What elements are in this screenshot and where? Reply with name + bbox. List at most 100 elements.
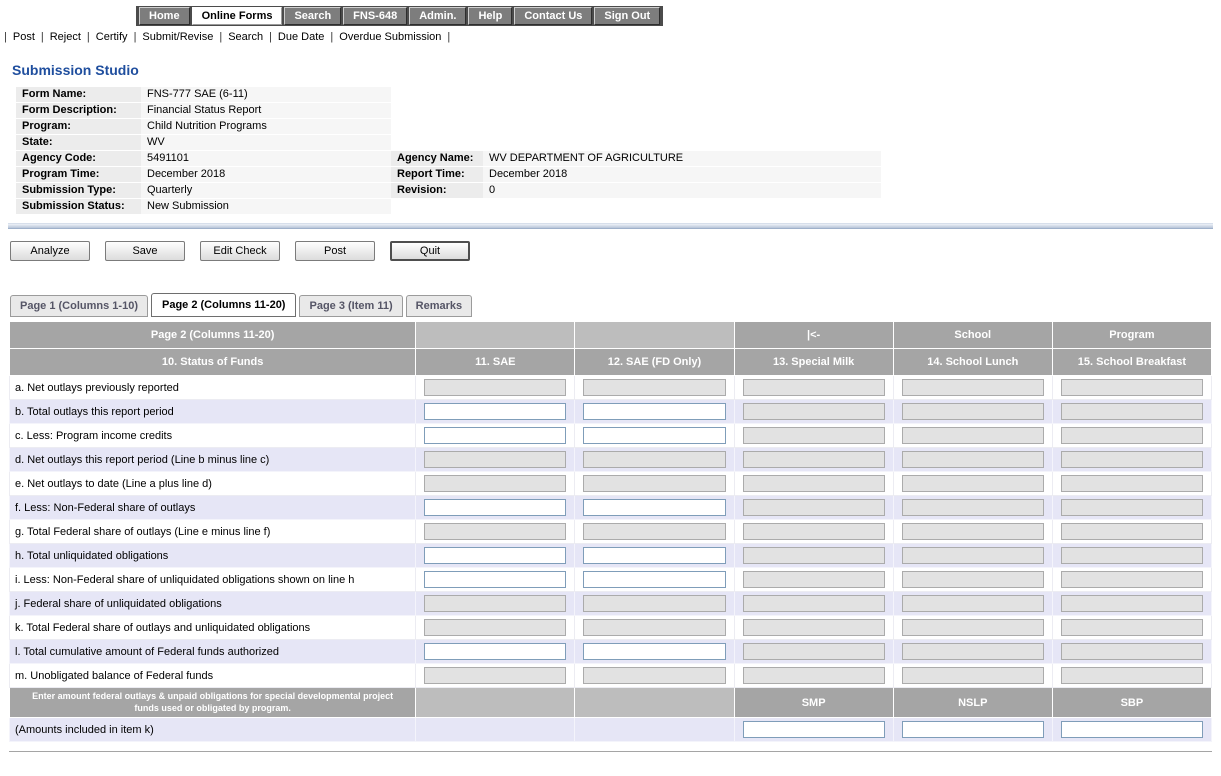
grid-cell — [734, 616, 893, 640]
grid-row-h: h. Total unliquidated obligations — [10, 544, 1212, 568]
page-title: Submission Studio — [12, 62, 1221, 78]
grid-cell — [893, 568, 1052, 592]
row-label: b. Total outlays this report period — [10, 400, 416, 424]
grid-column-header-row: 10. Status of Funds11. SAE12. SAE (FD On… — [10, 349, 1212, 376]
row-label: (Amounts included in item k) — [10, 718, 416, 742]
action-post-link[interactable]: Post — [13, 31, 35, 43]
input-f-11-sae[interactable] — [424, 499, 566, 516]
input-c-13-special-milk — [743, 427, 885, 444]
grid-cell — [575, 640, 734, 664]
nav-search-button[interactable]: Search — [284, 7, 341, 25]
row-label: f. Less: Non-Federal share of outlays — [10, 496, 416, 520]
input-b-11-sae[interactable] — [424, 403, 566, 420]
column-header-15-school-breakfast: 15. School Breakfast — [1052, 349, 1211, 376]
input-c-12-sae-fd-only[interactable] — [583, 427, 725, 444]
row-label: h. Total unliquidated obligations — [10, 544, 416, 568]
input-e-15-school-breakfast — [1061, 475, 1203, 492]
grid-cell — [734, 640, 893, 664]
input-h-11-sae[interactable] — [424, 547, 566, 564]
info-filler — [391, 87, 881, 103]
input-amounts-14-school-lunch[interactable] — [902, 721, 1044, 738]
action-submit-revise-link[interactable]: Submit/Revise — [142, 31, 213, 43]
form-info-table: Form Name:FNS-777 SAE (6-11)Form Descrip… — [16, 87, 881, 215]
nav-admin-button[interactable]: Admin. — [409, 7, 466, 25]
separator: | — [219, 31, 222, 43]
info-label: Submission Status: — [16, 199, 141, 215]
nav-contact-us-button[interactable]: Contact Us — [514, 7, 592, 25]
grid-cell — [734, 568, 893, 592]
tab-remarks[interactable]: Remarks — [406, 295, 472, 317]
action-certify-link[interactable]: Certify — [96, 31, 128, 43]
save-button[interactable]: Save — [105, 241, 185, 261]
tab-page-2-columns-11-20[interactable]: Page 2 (Columns 11-20) — [151, 293, 297, 317]
group-header-page-2-columns-11-20: Page 2 (Columns 11-20) — [10, 322, 416, 349]
input-c-11-sae[interactable] — [424, 427, 566, 444]
input-l-11-sae[interactable] — [424, 643, 566, 660]
input-f-12-sae-fd-only[interactable] — [583, 499, 725, 516]
input-f-15-school-breakfast — [1061, 499, 1203, 516]
input-l-12-sae-fd-only[interactable] — [583, 643, 725, 660]
post-button[interactable]: Post — [295, 241, 375, 261]
grid-cell — [1052, 616, 1211, 640]
input-f-14-school-lunch — [902, 499, 1044, 516]
top-navigation: HomeOnline FormsSearchFNS-648Admin.HelpC… — [0, 0, 1221, 26]
grid-cell — [1052, 424, 1211, 448]
action-overdue-submission-link[interactable]: Overdue Submission — [339, 31, 441, 43]
action-reject-link[interactable]: Reject — [50, 31, 81, 43]
grid-cell — [575, 568, 734, 592]
input-j-14-school-lunch — [902, 595, 1044, 612]
tab-page-3-item-11[interactable]: Page 3 (Item 11) — [299, 295, 402, 317]
input-i-11-sae[interactable] — [424, 571, 566, 588]
tab-page-1-columns-1-10[interactable]: Page 1 (Columns 1-10) — [10, 295, 148, 317]
grid-row-c: c. Less: Program income credits — [10, 424, 1212, 448]
row-label: m. Unobligated balance of Federal funds — [10, 664, 416, 688]
grid-cell — [416, 616, 575, 640]
special-section-label: Enter amount federal outlays & unpaid ob… — [10, 688, 416, 718]
separator: | — [41, 31, 44, 43]
grid-cell — [416, 424, 575, 448]
grid-row-m: m. Unobligated balance of Federal funds — [10, 664, 1212, 688]
action-due-date-link[interactable]: Due Date — [278, 31, 324, 43]
edit-check-button[interactable]: Edit Check — [200, 241, 280, 261]
grid-cell — [734, 496, 893, 520]
separator: | — [447, 31, 450, 43]
input-b-14-school-lunch — [902, 403, 1044, 420]
grid-cell — [893, 718, 1052, 742]
input-m-14-school-lunch — [902, 667, 1044, 684]
row-label: d. Net outlays this report period (Line … — [10, 448, 416, 472]
group-header-blank: |<- — [734, 322, 893, 349]
input-l-14-school-lunch — [902, 643, 1044, 660]
action-search-link[interactable]: Search — [228, 31, 263, 43]
grid-cell — [575, 400, 734, 424]
input-k-14-school-lunch — [902, 619, 1044, 636]
info-filler — [391, 135, 881, 151]
grid-cell — [1052, 400, 1211, 424]
info-label: Report Time: — [391, 167, 483, 183]
input-amounts-13-special-milk[interactable] — [743, 721, 885, 738]
toolbar: Analyze Save Edit Check Post Quit — [10, 241, 1221, 261]
nav-fns-648-button[interactable]: FNS-648 — [343, 7, 407, 25]
group-header-school: School — [893, 322, 1052, 349]
nav-home-button[interactable]: Home — [139, 7, 190, 25]
input-m-15-school-breakfast — [1061, 667, 1203, 684]
group-header-blank — [575, 322, 734, 349]
nav-help-button[interactable]: Help — [468, 7, 512, 25]
input-k-15-school-breakfast — [1061, 619, 1203, 636]
info-label: Program: — [16, 119, 141, 135]
info-value: 0 — [483, 183, 881, 199]
analyze-button[interactable]: Analyze — [10, 241, 90, 261]
input-b-12-sae-fd-only[interactable] — [583, 403, 725, 420]
info-filler — [391, 103, 881, 119]
grid-cell — [1052, 592, 1211, 616]
input-i-12-sae-fd-only[interactable] — [583, 571, 725, 588]
input-amounts-15-school-breakfast[interactable] — [1061, 721, 1203, 738]
input-h-12-sae-fd-only[interactable] — [583, 547, 725, 564]
input-e-11-sae — [424, 475, 566, 492]
grid-cell — [575, 718, 734, 742]
grid-cell — [734, 664, 893, 688]
quit-button[interactable]: Quit — [390, 241, 470, 261]
nav-sign-out-button[interactable]: Sign Out — [594, 7, 660, 25]
grid-cell — [893, 496, 1052, 520]
nav-online-forms-button[interactable]: Online Forms — [192, 7, 283, 25]
grid-body: a. Net outlays previously reportedb. Tot… — [10, 376, 1212, 742]
